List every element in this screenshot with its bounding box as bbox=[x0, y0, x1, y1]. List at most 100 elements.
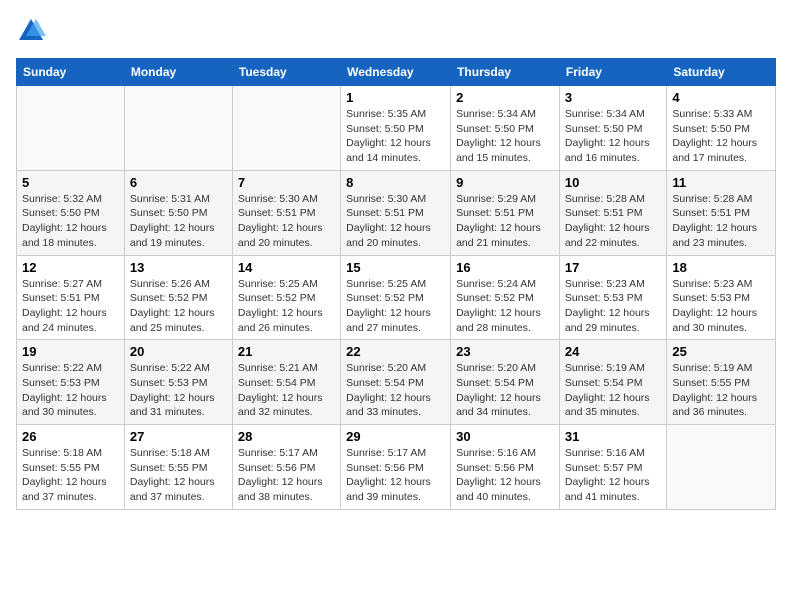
day-cell-2: 2Sunrise: 5:34 AMSunset: 5:50 PMDaylight… bbox=[451, 86, 560, 171]
day-cell-15: 15 Sunrise: 5:25 AMSunset: 5:52 PMDayligh… bbox=[341, 255, 451, 340]
day-number: 29 bbox=[346, 429, 445, 444]
day-cell-16: 16 Sunrise: 5:24 AMSunset: 5:52 PMDayligh… bbox=[451, 255, 560, 340]
day-cell-14: 14Sunrise: 5:25 AMSunset: 5:52 PMDayligh… bbox=[232, 255, 340, 340]
day-cell-1: 1 Sunrise: 5:35 AMSunset: 5:50 PMDaylight… bbox=[341, 86, 451, 171]
page-header bbox=[16, 16, 776, 46]
day-info: Sunrise: 5:30 AMSunset: 5:51 PMDaylight:… bbox=[346, 192, 445, 251]
day-info: Sunrise: 5:19 AMSunset: 5:55 PMDaylight:… bbox=[672, 361, 770, 420]
day-info: Sunrise: 5:19 AMSunset: 5:54 PMDaylight:… bbox=[565, 361, 661, 420]
day-number: 19 bbox=[22, 344, 119, 359]
day-info: Sunrise: 5:26 AMSunset: 5:52 PMDaylight:… bbox=[130, 277, 227, 336]
day-cell-23: 23 Sunrise: 5:20 AMSunset: 5:54 PMDayligh… bbox=[451, 340, 560, 425]
day-cell-30: 30Sunrise: 5:16 AMSunset: 5:56 PMDayligh… bbox=[451, 425, 560, 510]
day-number: 31 bbox=[565, 429, 661, 444]
day-number: 27 bbox=[130, 429, 227, 444]
day-cell-4: 4 Sunrise: 5:33 AMSunset: 5:50 PMDaylight… bbox=[667, 86, 776, 171]
day-number: 17 bbox=[565, 260, 661, 275]
day-number: 4 bbox=[672, 90, 770, 105]
day-info: Sunrise: 5:32 AMSunset: 5:50 PMDaylight:… bbox=[22, 192, 119, 251]
day-number: 28 bbox=[238, 429, 335, 444]
day-cell-31: 31 Sunrise: 5:16 AMSunset: 5:57 PMDayligh… bbox=[559, 425, 666, 510]
day-info: Sunrise: 5:35 AMSunset: 5:50 PMDaylight:… bbox=[346, 107, 445, 166]
day-cell-7: 7 Sunrise: 5:30 AMSunset: 5:51 PMDaylight… bbox=[232, 170, 340, 255]
day-info: Sunrise: 5:25 AMSunset: 5:52 PMDaylight:… bbox=[238, 277, 335, 336]
week-row-5: 26 Sunrise: 5:18 AMSunset: 5:55 PMDayligh… bbox=[17, 425, 776, 510]
day-cell-28: 28 Sunrise: 5:17 AMSunset: 5:56 PMDayligh… bbox=[232, 425, 340, 510]
day-cell-3: 3 Sunrise: 5:34 AMSunset: 5:50 PMDaylight… bbox=[559, 86, 666, 171]
day-info: Sunrise: 5:18 AMSunset: 5:55 PMDaylight:… bbox=[22, 446, 119, 505]
weekday-header-tuesday: Tuesday bbox=[232, 59, 340, 86]
day-number: 8 bbox=[346, 175, 445, 190]
day-cell-21: 21Sunrise: 5:21 AMSunset: 5:54 PMDayligh… bbox=[232, 340, 340, 425]
day-info: Sunrise: 5:17 AMSunset: 5:56 PMDaylight:… bbox=[346, 446, 445, 505]
weekday-header-friday: Friday bbox=[559, 59, 666, 86]
logo-icon bbox=[16, 16, 46, 46]
day-info: Sunrise: 5:29 AMSunset: 5:51 PMDaylight:… bbox=[456, 192, 554, 251]
day-cell-13: 13 Sunrise: 5:26 AMSunset: 5:52 PMDayligh… bbox=[124, 255, 232, 340]
day-cell-25: 25 Sunrise: 5:19 AMSunset: 5:55 PMDayligh… bbox=[667, 340, 776, 425]
day-number: 20 bbox=[130, 344, 227, 359]
day-info: Sunrise: 5:20 AMSunset: 5:54 PMDaylight:… bbox=[456, 361, 554, 420]
day-info: Sunrise: 5:21 AMSunset: 5:54 PMDaylight:… bbox=[238, 361, 335, 420]
day-info: Sunrise: 5:18 AMSunset: 5:55 PMDaylight:… bbox=[130, 446, 227, 505]
day-cell-9: 9Sunrise: 5:29 AMSunset: 5:51 PMDaylight… bbox=[451, 170, 560, 255]
day-cell-8: 8 Sunrise: 5:30 AMSunset: 5:51 PMDaylight… bbox=[341, 170, 451, 255]
day-info: Sunrise: 5:33 AMSunset: 5:50 PMDaylight:… bbox=[672, 107, 770, 166]
empty-cell bbox=[667, 425, 776, 510]
week-row-2: 5Sunrise: 5:32 AMSunset: 5:50 PMDaylight… bbox=[17, 170, 776, 255]
day-number: 3 bbox=[565, 90, 661, 105]
empty-cell bbox=[124, 86, 232, 171]
day-info: Sunrise: 5:23 AMSunset: 5:53 PMDaylight:… bbox=[672, 277, 770, 336]
day-cell-6: 6Sunrise: 5:31 AMSunset: 5:50 PMDaylight… bbox=[124, 170, 232, 255]
day-number: 23 bbox=[456, 344, 554, 359]
day-cell-29: 29 Sunrise: 5:17 AMSunset: 5:56 PMDayligh… bbox=[341, 425, 451, 510]
week-row-3: 12 Sunrise: 5:27 AMSunset: 5:51 PMDayligh… bbox=[17, 255, 776, 340]
day-info: Sunrise: 5:22 AMSunset: 5:53 PMDaylight:… bbox=[22, 361, 119, 420]
day-info: Sunrise: 5:30 AMSunset: 5:51 PMDaylight:… bbox=[238, 192, 335, 251]
day-info: Sunrise: 5:16 AMSunset: 5:56 PMDaylight:… bbox=[456, 446, 554, 505]
day-cell-11: 11 Sunrise: 5:28 AMSunset: 5:51 PMDayligh… bbox=[667, 170, 776, 255]
day-info: Sunrise: 5:17 AMSunset: 5:56 PMDaylight:… bbox=[238, 446, 335, 505]
day-cell-18: 18 Sunrise: 5:23 AMSunset: 5:53 PMDayligh… bbox=[667, 255, 776, 340]
day-cell-24: 24Sunrise: 5:19 AMSunset: 5:54 PMDayligh… bbox=[559, 340, 666, 425]
day-cell-26: 26 Sunrise: 5:18 AMSunset: 5:55 PMDayligh… bbox=[17, 425, 125, 510]
day-info: Sunrise: 5:27 AMSunset: 5:51 PMDaylight:… bbox=[22, 277, 119, 336]
day-number: 13 bbox=[130, 260, 227, 275]
day-info: Sunrise: 5:23 AMSunset: 5:53 PMDaylight:… bbox=[565, 277, 661, 336]
week-row-1: 1 Sunrise: 5:35 AMSunset: 5:50 PMDaylight… bbox=[17, 86, 776, 171]
day-info: Sunrise: 5:34 AMSunset: 5:50 PMDaylight:… bbox=[456, 107, 554, 166]
day-cell-5: 5Sunrise: 5:32 AMSunset: 5:50 PMDaylight… bbox=[17, 170, 125, 255]
day-cell-19: 19 Sunrise: 5:22 AMSunset: 5:53 PMDayligh… bbox=[17, 340, 125, 425]
day-number: 16 bbox=[456, 260, 554, 275]
weekday-header-saturday: Saturday bbox=[667, 59, 776, 86]
day-info: Sunrise: 5:28 AMSunset: 5:51 PMDaylight:… bbox=[565, 192, 661, 251]
weekday-header-thursday: Thursday bbox=[451, 59, 560, 86]
day-cell-22: 22 Sunrise: 5:20 AMSunset: 5:54 PMDayligh… bbox=[341, 340, 451, 425]
day-cell-20: 20 Sunrise: 5:22 AMSunset: 5:53 PMDayligh… bbox=[124, 340, 232, 425]
day-cell-10: 10 Sunrise: 5:28 AMSunset: 5:51 PMDayligh… bbox=[559, 170, 666, 255]
day-number: 10 bbox=[565, 175, 661, 190]
day-info: Sunrise: 5:16 AMSunset: 5:57 PMDaylight:… bbox=[565, 446, 661, 505]
day-number: 15 bbox=[346, 260, 445, 275]
day-number: 22 bbox=[346, 344, 445, 359]
day-cell-17: 17 Sunrise: 5:23 AMSunset: 5:53 PMDayligh… bbox=[559, 255, 666, 340]
day-number: 1 bbox=[346, 90, 445, 105]
empty-cell bbox=[17, 86, 125, 171]
logo bbox=[16, 16, 50, 46]
day-info: Sunrise: 5:34 AMSunset: 5:50 PMDaylight:… bbox=[565, 107, 661, 166]
day-info: Sunrise: 5:24 AMSunset: 5:52 PMDaylight:… bbox=[456, 277, 554, 336]
day-number: 7 bbox=[238, 175, 335, 190]
day-info: Sunrise: 5:20 AMSunset: 5:54 PMDaylight:… bbox=[346, 361, 445, 420]
day-number: 26 bbox=[22, 429, 119, 444]
day-number: 25 bbox=[672, 344, 770, 359]
day-info: Sunrise: 5:22 AMSunset: 5:53 PMDaylight:… bbox=[130, 361, 227, 420]
weekday-header-monday: Monday bbox=[124, 59, 232, 86]
day-number: 6 bbox=[130, 175, 227, 190]
week-row-4: 19 Sunrise: 5:22 AMSunset: 5:53 PMDayligh… bbox=[17, 340, 776, 425]
day-info: Sunrise: 5:25 AMSunset: 5:52 PMDaylight:… bbox=[346, 277, 445, 336]
day-number: 11 bbox=[672, 175, 770, 190]
day-number: 18 bbox=[672, 260, 770, 275]
day-number: 12 bbox=[22, 260, 119, 275]
day-info: Sunrise: 5:28 AMSunset: 5:51 PMDaylight:… bbox=[672, 192, 770, 251]
weekday-header-row: SundayMondayTuesdayWednesdayThursdayFrid… bbox=[17, 59, 776, 86]
